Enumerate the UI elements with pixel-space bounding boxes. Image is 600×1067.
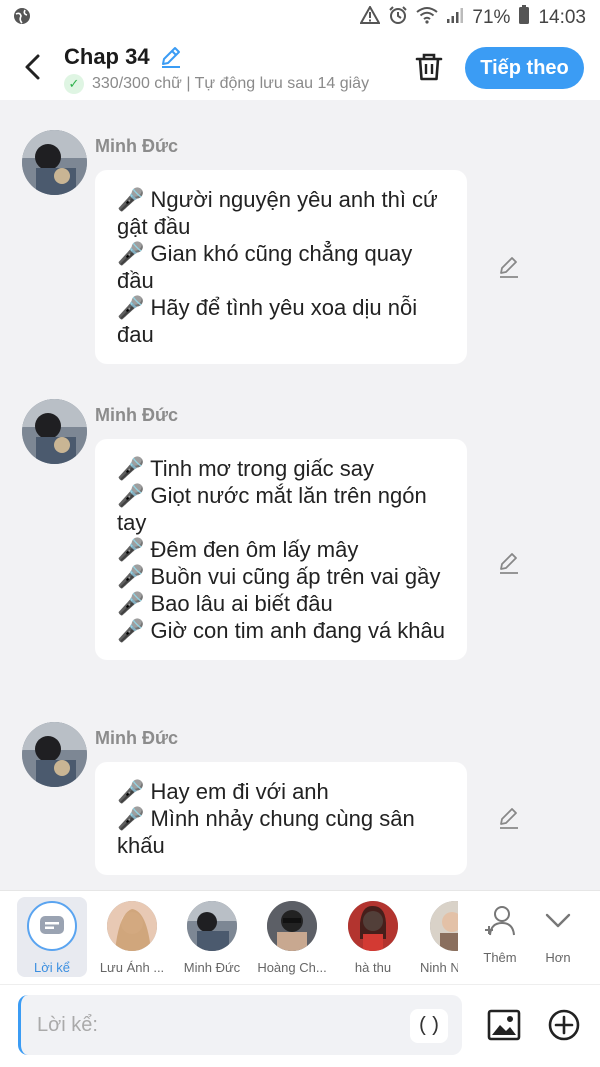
battery-percent: 71% <box>472 7 511 28</box>
avatar[interactable] <box>22 722 87 787</box>
avatar <box>430 901 458 951</box>
message-line: 🎤 Hay em đi với anh <box>117 779 329 804</box>
avatar[interactable] <box>22 130 87 195</box>
status-bar: 71% 14:03 <box>0 0 600 36</box>
alarm-icon <box>388 5 408 31</box>
avatar <box>107 901 157 951</box>
message-line: 🎤 Buồn vui cũng ấp trên vai gầy <box>117 564 441 589</box>
back-button[interactable] <box>18 50 48 84</box>
message-feed[interactable]: Minh Đức 🎤 Người nguyện yêu anh thì cứ g… <box>0 100 600 890</box>
message-line: 🎤 Mình nhảy chung cùng sân khấu <box>117 806 415 858</box>
narration-input[interactable] <box>18 995 462 1055</box>
add-character-button[interactable]: Thêm <box>472 903 528 965</box>
character-name: Ninh N <box>420 960 458 975</box>
message-line: 🎤 Gian khó cũng chẳng quay đầu <box>117 241 413 293</box>
message-line: 🎤 Giọt nước mắt lăn trên ngón tay <box>117 483 427 535</box>
sender-name: Minh Đức <box>95 728 179 748</box>
avatar <box>348 901 398 951</box>
message-line: 🎤 Tinh mơ trong giấc say <box>117 456 375 481</box>
message-line: 🎤 Người nguyện yêu anh thì cứ gật đầu <box>117 187 438 239</box>
character-picker: Lời kể Lưu Ánh ... Minh Đức Hoàng Ch... … <box>0 890 600 984</box>
message-bubble[interactable]: 🎤 Hay em đi với anh 🎤 Mình nhảy chung cù… <box>95 762 467 875</box>
avatar <box>267 901 317 951</box>
message-bubble[interactable]: 🎤 Tinh mơ trong giấc say 🎤 Giọt nước mắt… <box>95 439 467 660</box>
signal-icon <box>446 6 464 30</box>
save-status: ✓ 330/300 chữ | Tự động lưu sau 14 giây <box>64 74 392 94</box>
edit-message-icon[interactable] <box>496 805 522 831</box>
character-item[interactable]: Minh Đức <box>174 897 250 977</box>
sender-name: Minh Đức <box>95 405 179 425</box>
message-line: 🎤 Giờ con tim anh đang vá khâu <box>117 618 445 643</box>
trash-icon[interactable] <box>412 50 446 84</box>
avatar <box>187 901 237 951</box>
chapter-title: Chap 34 <box>64 44 150 69</box>
editor-header: Chap 34 ✓ 330/300 chữ | Tự động lưu sau … <box>0 36 600 100</box>
chevron-down-icon <box>545 913 571 928</box>
checkmark-icon: ✓ <box>64 74 84 94</box>
character-item[interactable]: Hoàng Ch... <box>254 897 330 977</box>
parentheses-button[interactable]: () <box>410 1009 448 1043</box>
more-label: Hơn <box>545 950 571 965</box>
word-count-autosave: 330/300 chữ | Tự động lưu sau 14 giây <box>92 75 370 92</box>
more-characters-button[interactable]: Hơn <box>530 903 586 965</box>
edit-title-icon[interactable] <box>158 44 184 70</box>
image-icon[interactable] <box>486 1007 522 1043</box>
plus-circle-icon[interactable] <box>546 1007 582 1043</box>
next-button[interactable]: Tiếp theo <box>465 47 584 89</box>
add-character-label: Thêm <box>483 950 517 965</box>
warning-icon <box>359 4 382 30</box>
character-item[interactable]: Ninh N <box>414 897 458 977</box>
add-person-icon <box>485 906 515 936</box>
character-name: hà thu <box>354 960 392 975</box>
message-bubble[interactable]: 🎤 Người nguyện yêu anh thì cứ gật đầu 🎤 … <box>95 170 467 364</box>
battery-icon <box>518 5 530 31</box>
character-name: Hoàng Ch... <box>257 960 327 975</box>
composer-bar: () <box>0 984 600 1067</box>
chevron-left-icon <box>25 54 40 80</box>
character-name: Lời kể <box>34 960 70 975</box>
wifi-icon <box>416 6 439 30</box>
clock-time: 14:03 <box>538 7 586 28</box>
avatar[interactable] <box>22 399 87 464</box>
character-narrator[interactable]: Lời kể <box>17 897 87 977</box>
narrator-icon <box>27 901 77 951</box>
edit-message-icon[interactable] <box>496 550 522 576</box>
chapter-title-row[interactable]: Chap 34 <box>64 44 184 70</box>
character-item[interactable]: hà thu <box>335 897 411 977</box>
globe-icon <box>12 6 32 31</box>
edit-message-icon[interactable] <box>496 254 522 280</box>
character-name: Lưu Ánh ... <box>99 960 165 975</box>
sender-name: Minh Đức <box>95 136 179 156</box>
character-name: Minh Đức <box>183 960 241 975</box>
message-line: 🎤 Bao lâu ai biết đâu <box>117 591 333 616</box>
message-line: 🎤 Hãy để tình yêu xoa dịu nỗi đau <box>117 295 418 347</box>
character-item[interactable]: Lưu Ánh ... <box>94 897 170 977</box>
message-line: 🎤 Đêm đen ôm lấy mây <box>117 537 359 562</box>
